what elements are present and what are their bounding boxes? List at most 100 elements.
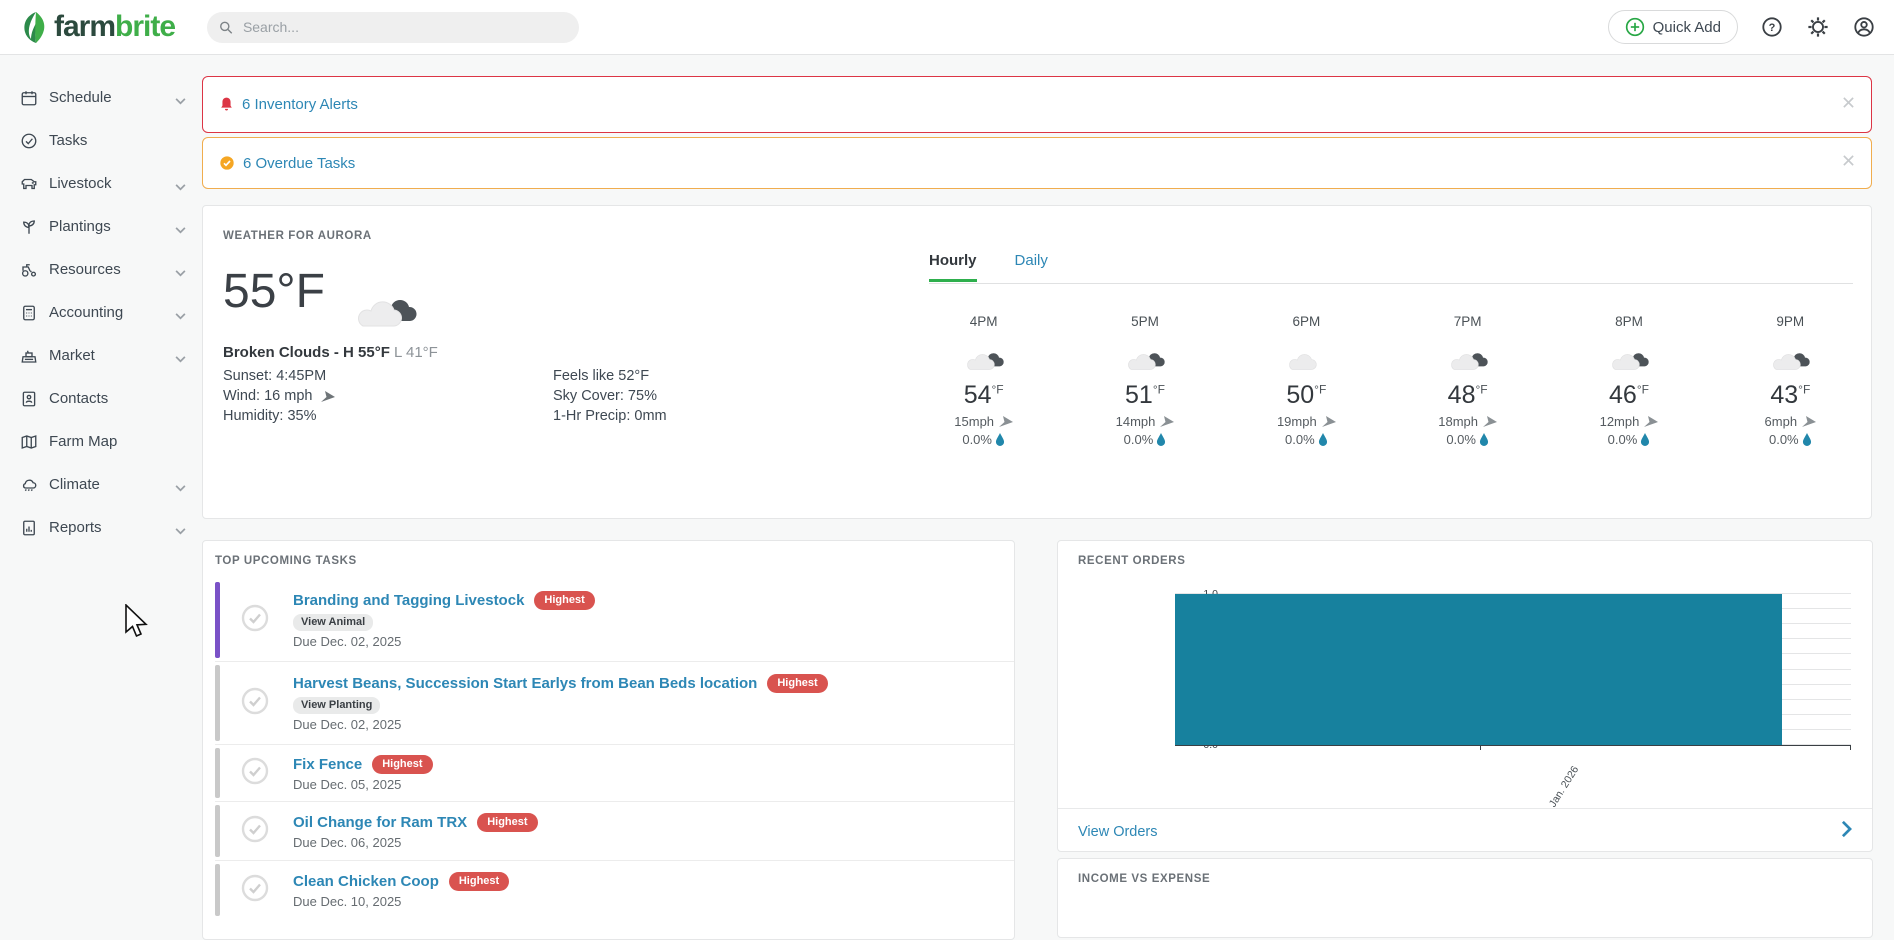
sidebar-item-label: Tasks	[49, 132, 88, 149]
hourly-forecast: 4PM 54°F 15mph 0.0% 5PM 51°F 14mph 0.0% …	[903, 314, 1871, 447]
overdue-tasks-banner: 6 Overdue Tasks	[202, 137, 1872, 189]
chevron-right-icon[interactable]	[1841, 820, 1853, 843]
hour-forecast-5pm: 5PM 51°F 14mph 0.0%	[1064, 314, 1225, 447]
wind-value: Wind: 16 mph	[223, 386, 335, 406]
chart-plot-area: 0.00.10.20.30.40.50.60.70.80.91.0 Jan. 2…	[1175, 588, 1851, 809]
income-vs-expense-card: INCOME VS EXPENSE	[1057, 858, 1873, 938]
sidebar-item-resources[interactable]: Resources	[0, 248, 200, 291]
droplet-icon	[1802, 433, 1811, 446]
task-accent-bar	[215, 864, 220, 916]
priority-badge: Highest	[534, 591, 595, 610]
chevron-down-icon	[175, 307, 186, 325]
chevron-down-icon	[175, 350, 186, 368]
sidebar-item-label: Climate	[49, 476, 100, 493]
income-card-title: INCOME VS EXPENSE	[1078, 873, 1211, 885]
feels-like-value: Feels like 52°F	[553, 368, 650, 384]
task-tag[interactable]: View Animal	[293, 614, 374, 631]
sidebar-item-reports[interactable]: Reports	[0, 506, 200, 549]
cow-icon	[20, 174, 39, 193]
sidebar-item-label: Plantings	[49, 218, 111, 235]
chevron-down-icon	[175, 221, 186, 239]
broken-clouds-icon	[1387, 343, 1548, 373]
task-list: Branding and Tagging Livestock Highest V…	[203, 579, 1014, 919]
farmbrite-dashboard: farmbrite Quick Add ?	[0, 0, 1894, 940]
weather-details-left: Sunset: 4:45PM Wind: 16 mph Humidity: 35…	[223, 366, 335, 426]
sunset-value: Sunset: 4:45PM	[223, 368, 327, 384]
sidebar-item-label: Accounting	[49, 304, 124, 321]
view-orders-link[interactable]: View Orders	[1078, 824, 1158, 840]
sidebar-item-label: Farm Map	[49, 433, 118, 450]
sidebar-item-market[interactable]: Market	[0, 334, 200, 377]
sidebar-item-livestock[interactable]: Livestock	[0, 162, 200, 205]
droplet-icon	[1157, 433, 1166, 446]
sidebar-item-climate[interactable]: Climate	[0, 463, 200, 506]
tab-hourly[interactable]: Hourly	[929, 252, 977, 282]
calculator-icon	[20, 303, 39, 322]
recent-orders-card: RECENT ORDERS 0.00.10.20.30.40.50.60.70.…	[1057, 540, 1873, 852]
complete-task-checkbox[interactable]	[241, 687, 269, 720]
clouds-icon	[1226, 343, 1387, 373]
close-icon[interactable]	[1842, 154, 1855, 172]
task-accent-bar	[215, 582, 220, 658]
sidebar-item-schedule[interactable]: Schedule	[0, 76, 200, 119]
task-title-link[interactable]: Oil Change for Ram TRX	[293, 814, 467, 831]
wind-direction-icon	[1644, 416, 1659, 427]
sidebar-item-label: Schedule	[49, 89, 112, 106]
sidebar-item-accounting[interactable]: Accounting	[0, 291, 200, 334]
tab-daily[interactable]: Daily	[1015, 252, 1048, 282]
task-due-date: Due Dec. 02, 2025	[293, 634, 402, 649]
contact-card-icon	[20, 389, 39, 408]
precip-value: 1-Hr Precip: 0mm	[553, 408, 667, 424]
chevron-down-icon	[175, 178, 186, 196]
task-due-date: Due Dec. 10, 2025	[293, 893, 402, 909]
sidebar-item-label: Resources	[49, 261, 121, 278]
search-icon	[220, 21, 233, 34]
sidebar-item-label: Reports	[49, 519, 102, 536]
logo-text: farmbrite	[54, 10, 176, 43]
search-bar[interactable]	[207, 11, 580, 43]
sidebar-item-farm-map[interactable]: Farm Map	[0, 420, 200, 463]
task-title-link[interactable]: Harvest Beans, Succession Start Earlys f…	[293, 675, 757, 692]
top-bar-actions: Quick Add ?	[1607, 0, 1876, 54]
sidebar-item-plantings[interactable]: Plantings	[0, 205, 200, 248]
humidity-value: Humidity: 35%	[223, 408, 317, 424]
sky-cover-value: Sky Cover: 75%	[553, 388, 657, 404]
close-icon[interactable]	[1842, 96, 1855, 114]
gear-icon[interactable]	[1806, 15, 1830, 39]
tasks-card-title: TOP UPCOMING TASKS	[215, 555, 357, 567]
task-title-link[interactable]: Branding and Tagging Livestock	[293, 592, 524, 609]
sidebar-item-label: Livestock	[49, 175, 112, 192]
check-circle-icon	[220, 156, 234, 170]
quick-add-button[interactable]: Quick Add	[1607, 10, 1738, 44]
task-tag[interactable]: View Planting	[293, 697, 381, 714]
task-title-link[interactable]: Clean Chicken Coop	[293, 873, 439, 890]
weather-tabs: Hourly Daily	[929, 252, 1048, 282]
task-accent-bar	[215, 665, 220, 741]
sidebar-item-tasks[interactable]: Tasks	[0, 119, 200, 162]
order-bar[interactable]	[1175, 594, 1782, 745]
climate-icon	[20, 475, 39, 494]
complete-task-checkbox[interactable]	[241, 757, 269, 790]
broken-clouds-icon	[1064, 343, 1225, 373]
inventory-alerts-link[interactable]: 6 Inventory Alerts	[242, 96, 358, 113]
broken-clouds-icon	[903, 343, 1064, 373]
complete-task-checkbox[interactable]	[241, 815, 269, 848]
task-title-link[interactable]: Fix Fence	[293, 756, 362, 773]
droplet-icon	[1479, 433, 1489, 446]
farmbrite-logo[interactable]: farmbrite	[22, 10, 176, 44]
sidebar-item-contacts[interactable]: Contacts	[0, 377, 200, 420]
tractor-icon	[20, 260, 39, 279]
x-axis-tick	[1850, 745, 1851, 750]
overdue-tasks-link[interactable]: 6 Overdue Tasks	[243, 155, 355, 172]
hour-forecast-9pm: 9PM 43°F 6mph 0.0%	[1710, 314, 1871, 447]
profile-icon[interactable]	[1852, 15, 1876, 39]
priority-badge: Highest	[767, 674, 828, 693]
droplet-icon	[1641, 433, 1650, 446]
search-input[interactable]	[240, 18, 568, 36]
sidebar-item-label: Contacts	[49, 390, 109, 407]
chevron-down-icon	[175, 522, 186, 540]
task-due-date: Due Dec. 06, 2025	[293, 834, 402, 850]
map-icon	[20, 432, 39, 451]
help-icon[interactable]: ?	[1760, 15, 1784, 39]
complete-task-checkbox[interactable]	[241, 604, 269, 637]
